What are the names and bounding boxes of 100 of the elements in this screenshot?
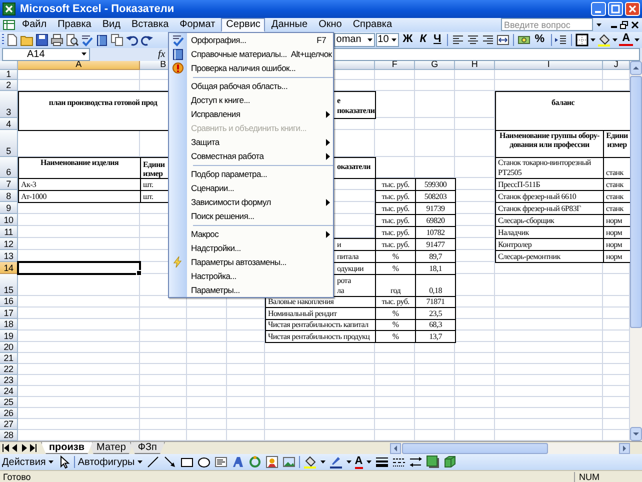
scroll-up-icon[interactable] <box>630 60 642 75</box>
bold-button[interactable]: Ж <box>400 33 416 46</box>
row-header[interactable]: 22 <box>0 364 18 375</box>
row-header[interactable]: 26 <box>0 408 18 419</box>
sheet-tab[interactable]: Матер <box>88 442 134 454</box>
cube-icon[interactable] <box>442 455 457 470</box>
row-header[interactable]: 19 <box>0 330 18 342</box>
align-left-icon[interactable] <box>451 32 465 47</box>
caret-icon[interactable] <box>366 38 373 42</box>
row-header[interactable]: 18 <box>0 318 18 330</box>
diagram-icon[interactable] <box>248 455 262 470</box>
clip-art-icon[interactable] <box>264 455 279 470</box>
row-header[interactable]: 21 <box>0 352 18 364</box>
copy-icon[interactable] <box>110 32 124 47</box>
maximize-icon[interactable] <box>608 2 623 16</box>
caret-icon[interactable] <box>320 460 326 464</box>
caret-icon[interactable] <box>81 52 87 56</box>
oval-icon[interactable] <box>196 455 211 470</box>
row-header[interactable]: 3 <box>0 90 18 118</box>
selected-cell[interactable] <box>17 260 141 275</box>
row-header[interactable]: 13 <box>0 250 18 262</box>
checkmark-icon[interactable] <box>80 32 94 47</box>
picture-icon[interactable] <box>282 455 296 470</box>
row-header[interactable]: 28 <box>0 430 18 441</box>
font-color-button[interactable]: A <box>619 33 634 46</box>
underline-button[interactable]: Ч <box>430 33 444 46</box>
autoshapes-button[interactable]: Автофигуры <box>78 456 143 468</box>
wordart-icon[interactable] <box>230 455 245 470</box>
spreadsheet-icon[interactable] <box>2 18 16 31</box>
print-preview-icon[interactable] <box>65 32 80 47</box>
scroll-left-icon[interactable] <box>390 442 401 454</box>
row-header[interactable]: 4 <box>0 118 18 130</box>
menu-item[interactable]: Файл <box>17 18 52 32</box>
row-header[interactable]: 20 <box>0 342 18 353</box>
last-sheet-icon[interactable] <box>29 444 37 452</box>
align-right-icon[interactable] <box>481 32 495 47</box>
print-icon[interactable] <box>50 32 64 47</box>
sheet-tab[interactable]: произв <box>41 442 93 454</box>
row-header[interactable]: 10 <box>0 214 18 226</box>
row-header[interactable]: 12 <box>0 238 18 250</box>
row-header[interactable]: 24 <box>0 386 18 397</box>
borders-icon[interactable] <box>575 32 590 47</box>
book-icon[interactable] <box>95 32 110 47</box>
row-header[interactable]: 2 <box>0 80 18 91</box>
scroll-right-icon[interactable] <box>619 442 630 454</box>
row-header[interactable]: 11 <box>0 226 18 238</box>
menu-item[interactable]: Правка <box>52 18 96 32</box>
fill-color-icon[interactable] <box>597 32 612 47</box>
scrollbar-thumb[interactable] <box>402 442 548 454</box>
shadow-icon[interactable] <box>426 455 440 470</box>
menu-item[interactable]: Поиск решения... <box>169 209 333 223</box>
row-header[interactable]: 7 <box>0 178 18 190</box>
next-sheet-icon[interactable] <box>20 444 28 452</box>
line-color-icon[interactable] <box>328 455 343 470</box>
menu-item[interactable]: Справка <box>348 18 398 32</box>
font-name-field[interactable]: oman <box>334 32 375 47</box>
caret-icon[interactable] <box>390 38 397 42</box>
line-style-icon[interactable] <box>374 455 389 470</box>
indent-icon[interactable] <box>554 32 568 47</box>
caret-icon[interactable] <box>366 460 372 464</box>
arrow-style-icon[interactable] <box>408 455 423 470</box>
rectangle-icon[interactable] <box>180 455 194 470</box>
menu-item[interactable]: Вставка <box>126 18 174 32</box>
scrollbar-thumb[interactable] <box>630 76 642 328</box>
row-header[interactable]: 9 <box>0 202 18 214</box>
row-header[interactable]: 16 <box>0 296 18 308</box>
restore-icon[interactable] <box>619 20 629 30</box>
close-icon[interactable] <box>630 20 640 30</box>
row-header[interactable]: 27 <box>0 418 18 430</box>
percent-button[interactable]: % <box>532 33 548 46</box>
caret-icon[interactable] <box>590 38 596 42</box>
menu-item[interactable]: Вид <box>97 18 126 32</box>
first-sheet-icon[interactable] <box>2 444 10 452</box>
row-header[interactable]: 5 <box>0 130 18 157</box>
sheet-tab[interactable]: ФЗп <box>130 442 165 454</box>
arrow-icon[interactable] <box>162 455 177 470</box>
merge-cells-icon[interactable] <box>496 32 510 47</box>
caret-icon[interactable] <box>634 38 640 42</box>
font-size-field[interactable]: 10 <box>376 32 399 47</box>
caret-icon[interactable] <box>612 38 618 42</box>
menu-item[interactable]: Сервис <box>221 18 266 32</box>
menu-item[interactable]: Окно <box>314 18 347 32</box>
text-box-icon[interactable] <box>214 455 228 470</box>
function-button[interactable]: fx <box>158 48 166 60</box>
line-icon[interactable] <box>146 455 160 470</box>
menu-item[interactable]: Справочные материалы... Alt+щелчок <box>169 47 333 61</box>
actions-button[interactable]: Действия <box>2 456 54 468</box>
row-header[interactable]: 17 <box>0 307 18 319</box>
row-header[interactable]: 6 <box>0 156 18 178</box>
caret-icon[interactable] <box>48 460 54 464</box>
row-header[interactable]: 15 <box>0 274 18 296</box>
menu-item[interactable]: Формат <box>174 18 220 32</box>
row-header[interactable]: 1 <box>0 70 18 80</box>
caret-icon[interactable] <box>596 22 602 27</box>
row-header[interactable]: 25 <box>0 396 18 408</box>
align-center-icon[interactable] <box>466 32 480 47</box>
row-header[interactable]: 23 <box>0 374 18 386</box>
menu-item[interactable]: Защита <box>169 135 333 149</box>
italic-button[interactable]: К <box>416 33 430 46</box>
menu-item[interactable]: Данные <box>266 18 313 32</box>
